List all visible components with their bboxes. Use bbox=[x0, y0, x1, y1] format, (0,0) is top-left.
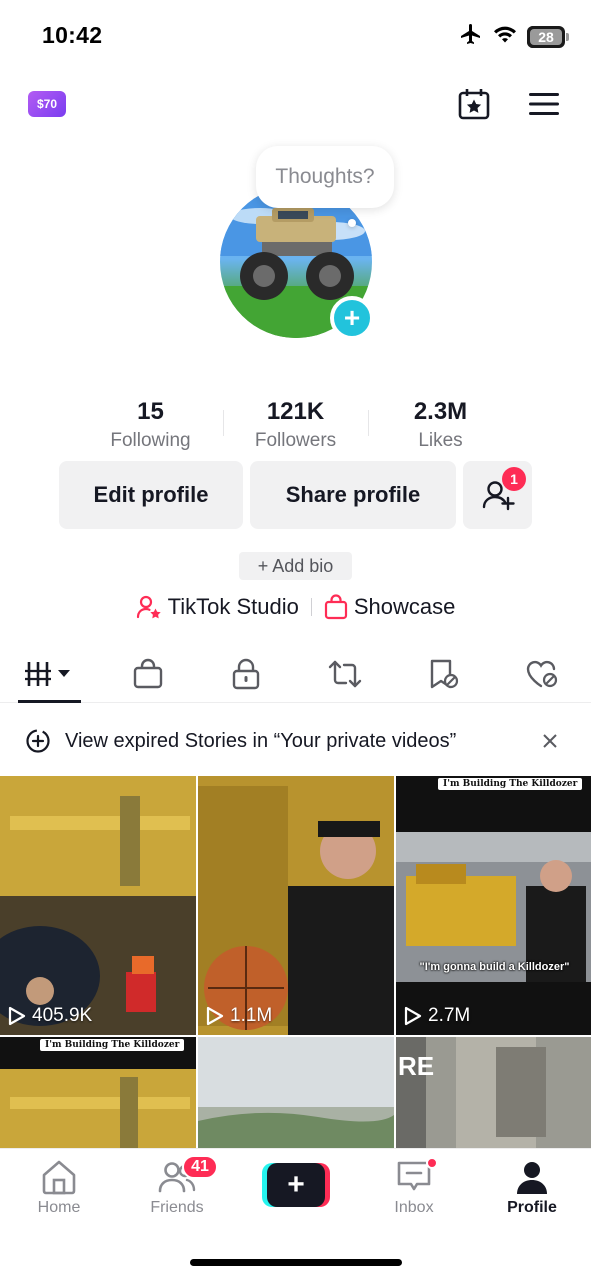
nav-profile-label: Profile bbox=[507, 1199, 557, 1216]
stat-label: Likes bbox=[418, 430, 463, 451]
play-icon bbox=[8, 1006, 26, 1026]
repost-icon bbox=[328, 660, 361, 687]
calendar-star-icon bbox=[458, 89, 490, 120]
menu-button[interactable] bbox=[526, 86, 562, 122]
view-count: 405.9K bbox=[8, 1005, 92, 1027]
tab-liked[interactable] bbox=[493, 645, 591, 702]
tab-private[interactable] bbox=[197, 645, 296, 702]
inbox-notification-dot bbox=[426, 1157, 438, 1169]
calendar-star-button[interactable] bbox=[456, 86, 492, 122]
studio-label: TikTok Studio bbox=[167, 594, 299, 619]
plus-icon: + bbox=[267, 1163, 325, 1207]
nav-home-label: Home bbox=[37, 1199, 81, 1216]
video-grid: 405.9K 1.1M I'm Building The Killdozer "… bbox=[0, 776, 591, 1149]
nav-friends[interactable]: Friends 41 bbox=[118, 1155, 236, 1217]
showcase-label: Showcase bbox=[353, 594, 456, 619]
stat-likes[interactable]: 2.3M Likes bbox=[368, 396, 513, 452]
studio-icon bbox=[136, 595, 161, 619]
tab-reposts[interactable] bbox=[296, 645, 395, 702]
profile-tabs bbox=[0, 645, 591, 703]
heart-hidden-icon bbox=[526, 660, 557, 687]
stat-followers[interactable]: 121K Followers bbox=[223, 396, 368, 452]
add-friends-button[interactable]: 1 bbox=[463, 461, 532, 529]
nav-profile[interactable]: Profile bbox=[473, 1159, 591, 1217]
nav-friends-label: Friends bbox=[150, 1199, 204, 1216]
bubble-tail bbox=[348, 219, 356, 227]
tab-shop[interactable] bbox=[99, 645, 198, 702]
share-profile-button[interactable]: Share profile bbox=[250, 461, 456, 529]
video-caption: I'm Building The Killdozer bbox=[438, 778, 583, 790]
close-button[interactable] bbox=[537, 728, 563, 754]
tab-videos[interactable] bbox=[0, 645, 99, 703]
shopping-bag-icon bbox=[324, 594, 347, 620]
view-count: 2.7M bbox=[404, 1005, 470, 1027]
friend-request-badge: 1 bbox=[502, 467, 526, 491]
friends-badge: 41 bbox=[182, 1155, 218, 1179]
close-icon bbox=[543, 734, 557, 748]
create-button[interactable]: + bbox=[262, 1163, 330, 1207]
edit-profile-button[interactable]: Edit profile bbox=[59, 461, 243, 529]
nav-home[interactable]: Home bbox=[0, 1159, 118, 1217]
view-count-label: 2.7M bbox=[428, 1005, 471, 1026]
nav-inbox-label: Inbox bbox=[394, 1199, 434, 1216]
video-thumbnail[interactable]: I'm Building The Killdozer bbox=[0, 1037, 196, 1149]
profile-stats: 15 Following 121K Followers 2.3M Likes bbox=[78, 396, 513, 452]
hamburger-icon bbox=[529, 93, 559, 115]
status-time: 10:42 bbox=[42, 22, 103, 48]
video-thumbnail[interactable]: 1.1M bbox=[198, 776, 394, 1035]
stat-value: 2.3M bbox=[413, 398, 468, 425]
airplane-icon bbox=[459, 22, 483, 51]
profile-links: TikTok Studio Showcase bbox=[0, 594, 591, 620]
showcase-link[interactable]: Showcase bbox=[324, 594, 456, 620]
thumbnail-image bbox=[198, 1037, 394, 1149]
video-thumbnail[interactable]: 405.9K bbox=[0, 776, 196, 1035]
video-overlay-text: RE bbox=[398, 1051, 435, 1081]
view-count: 1.1M bbox=[206, 1005, 272, 1027]
stat-following[interactable]: 15 Following bbox=[78, 396, 223, 452]
video-thumbnail[interactable]: RE bbox=[396, 1037, 591, 1149]
add-story-button[interactable]: + bbox=[330, 296, 374, 340]
status-icons: 28 bbox=[459, 22, 569, 51]
thumbnail-image bbox=[0, 776, 196, 1035]
home-indicator[interactable] bbox=[190, 1259, 402, 1266]
profile-avatar[interactable]: + bbox=[220, 186, 374, 340]
thumbnail-image bbox=[396, 776, 591, 1035]
thoughts-bubble[interactable]: Thoughts? bbox=[256, 146, 394, 208]
lock-icon bbox=[233, 658, 260, 689]
thoughts-label: Thoughts? bbox=[275, 165, 375, 188]
video-thumbnail[interactable]: I'm Building The Killdozer "I'm gonna bu… bbox=[396, 776, 591, 1035]
add-bio-button[interactable]: + Add bio bbox=[239, 552, 352, 580]
play-icon bbox=[206, 1006, 224, 1026]
coins-badge[interactable]: $70 bbox=[28, 91, 66, 117]
battery-level: 28 bbox=[538, 28, 554, 45]
nav-inbox[interactable]: Inbox bbox=[355, 1157, 473, 1217]
video-caption: I'm Building The Killdozer bbox=[40, 1039, 185, 1051]
view-count-label: 1.1M bbox=[230, 1005, 273, 1026]
stat-label: Followers bbox=[254, 430, 337, 451]
stat-value: 121K bbox=[266, 398, 325, 425]
shopping-bag-icon bbox=[133, 658, 162, 688]
bookmark-hidden-icon bbox=[431, 659, 459, 688]
banner-text: View expired Stories in “Your private vi… bbox=[65, 729, 457, 752]
battery-icon: 28 bbox=[527, 25, 565, 48]
tiktok-studio-link[interactable]: TikTok Studio bbox=[136, 594, 299, 620]
expired-stories-banner[interactable]: View expired Stories in “Your private vi… bbox=[0, 712, 591, 770]
videos-grid-icon bbox=[25, 661, 71, 686]
thumbnail-image bbox=[198, 776, 394, 1035]
divider bbox=[310, 598, 312, 616]
profile-icon bbox=[517, 1162, 547, 1194]
status-bar: 10:42 28 bbox=[0, 0, 591, 72]
play-icon bbox=[404, 1006, 422, 1026]
stat-value: 15 bbox=[137, 398, 164, 425]
story-plus-icon bbox=[26, 729, 50, 753]
wifi-icon bbox=[493, 24, 517, 49]
video-subtitle: "I'm gonna build a Killdozer" bbox=[419, 961, 570, 973]
thumbnail-image bbox=[0, 1037, 196, 1149]
view-count-label: 405.9K bbox=[32, 1005, 93, 1026]
home-icon bbox=[42, 1160, 76, 1195]
coins-label: $70 bbox=[36, 97, 58, 111]
stat-label: Following bbox=[110, 430, 191, 451]
video-thumbnail[interactable] bbox=[198, 1037, 394, 1149]
tab-favorites[interactable] bbox=[394, 645, 493, 702]
